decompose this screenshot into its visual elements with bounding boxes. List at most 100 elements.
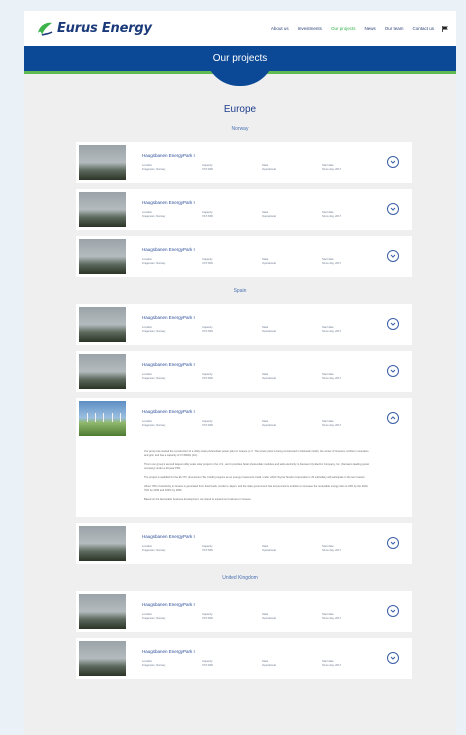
state-value: Operational bbox=[262, 262, 276, 265]
chevron-up-icon bbox=[390, 416, 396, 420]
chevron-down-icon bbox=[390, 541, 396, 545]
project-card-expanded[interactable]: Haugsbanen EnergyPark I Location Kragerøe… bbox=[76, 398, 412, 517]
chevron-down-icon bbox=[390, 369, 396, 373]
start-date-value: Since day, 2017 bbox=[322, 330, 342, 333]
project-name[interactable]: Haugsbanen EnergyPark I bbox=[142, 315, 412, 320]
project-thumbnail bbox=[79, 641, 126, 676]
project-thumbnail bbox=[79, 307, 126, 342]
chevron-down-icon bbox=[390, 322, 396, 326]
capacity-value: XXX MW bbox=[202, 262, 213, 265]
expand-toggle[interactable] bbox=[387, 652, 399, 664]
project-thumbnail bbox=[79, 401, 126, 436]
state-value: Operational bbox=[262, 549, 276, 552]
expand-toggle[interactable] bbox=[387, 250, 399, 262]
leaf-logo-icon bbox=[38, 22, 53, 36]
nav-about-us[interactable]: About us bbox=[271, 26, 289, 31]
capacity-value: XXX MW bbox=[202, 424, 213, 427]
description-paragraph: This is our group's second largest utili… bbox=[144, 463, 370, 470]
project-name[interactable]: Haugsbanen EnergyPark I bbox=[142, 602, 412, 607]
chevron-down-icon bbox=[390, 207, 396, 211]
state-value: Operational bbox=[262, 330, 276, 333]
main-nav: About us Investments Our projects News O… bbox=[262, 25, 448, 32]
start-date-value: Since day, 2017 bbox=[322, 549, 342, 552]
description-paragraph: About 70% of electricity in Greece is ge… bbox=[144, 485, 369, 492]
location-value: Kragerøen, Norway bbox=[142, 424, 166, 427]
start-date-value: Since day, 2017 bbox=[322, 664, 342, 667]
project-description: Our group has started the construction o… bbox=[144, 450, 372, 507]
country-section-united-kingdom: United Kingdom Haugsbanen EnergyPark I L… bbox=[24, 575, 456, 679]
chevron-down-icon bbox=[390, 609, 396, 613]
brand-name: Eurus Energy bbox=[57, 21, 152, 36]
region-title: Europe bbox=[223, 104, 257, 115]
start-date-value: Since day, 2017 bbox=[322, 424, 342, 427]
project-name[interactable]: Haugsbanen EnergyPark I bbox=[142, 409, 412, 414]
country-heading: Norway bbox=[231, 126, 249, 132]
page-banner: Our projects bbox=[24, 46, 456, 86]
project-card[interactable]: Haugsbanen EnergyPark I Location Kragerøe… bbox=[76, 236, 412, 277]
capacity-value: XXX MW bbox=[202, 549, 213, 552]
capacity-value: XXX MW bbox=[202, 377, 213, 380]
project-name[interactable]: Haugsbanen EnergyPark I bbox=[142, 362, 412, 367]
state-value: Operational bbox=[262, 664, 276, 667]
start-date-value: Since day, 2017 bbox=[322, 262, 342, 265]
project-card[interactable]: Haugsbanen EnergyPark I Location Kragerøe… bbox=[76, 638, 412, 679]
project-card[interactable]: Haugsbanen EnergyPark I Location Kragerøe… bbox=[76, 351, 412, 392]
project-card[interactable]: Haugsbanen EnergyPark I Location Kragerøe… bbox=[76, 523, 412, 564]
state-value: Operational bbox=[262, 377, 276, 380]
location-value: Kragerøen, Norway bbox=[142, 168, 166, 171]
project-name[interactable]: Haugsbanen EnergyPark I bbox=[142, 153, 412, 158]
project-card[interactable]: Haugsbanen EnergyPark I Location Kragerøe… bbox=[76, 591, 412, 632]
project-card[interactable]: Haugsbanen EnergyPark I Location Kragerøe… bbox=[76, 189, 412, 230]
project-thumbnail bbox=[79, 594, 126, 629]
expand-toggle[interactable] bbox=[387, 365, 399, 377]
description-paragraph: Based on the favourable business develop… bbox=[144, 498, 252, 501]
language-flag-icon[interactable] bbox=[442, 25, 448, 32]
state-value: Operational bbox=[262, 617, 276, 620]
brand-logo[interactable]: Eurus Energy bbox=[36, 21, 152, 37]
top-navigation-bar: Eurus Energy About us Investments Our pr… bbox=[24, 11, 456, 46]
nav-investments[interactable]: Investments bbox=[298, 26, 322, 31]
country-heading: United Kingdom bbox=[222, 575, 258, 581]
capacity-value: XXX MW bbox=[202, 664, 213, 667]
start-date-value: Since day, 2017 bbox=[322, 617, 342, 620]
project-thumbnail bbox=[79, 239, 126, 274]
project-card[interactable]: Haugsbanen EnergyPark I Location Kragerøe… bbox=[76, 304, 412, 345]
location-value: Kragerøen, Norway bbox=[142, 617, 166, 620]
expand-toggle[interactable] bbox=[387, 537, 399, 549]
page: Eurus Energy About us Investments Our pr… bbox=[24, 11, 456, 735]
collapse-toggle[interactable] bbox=[387, 412, 399, 424]
expand-toggle[interactable] bbox=[387, 318, 399, 330]
expand-toggle[interactable] bbox=[387, 605, 399, 617]
nav-news[interactable]: News bbox=[364, 26, 375, 31]
nav-contact-us[interactable]: Contact us bbox=[412, 26, 434, 31]
country-section-spain: Spain Haugsbanen EnergyPark I Location Kr… bbox=[24, 288, 456, 564]
location-value: Kragerøen, Norway bbox=[142, 330, 166, 333]
location-value: Kragerøen, Norway bbox=[142, 549, 166, 552]
expand-toggle[interactable] bbox=[387, 203, 399, 215]
state-value: Operational bbox=[262, 215, 276, 218]
start-date-value: Since day, 2017 bbox=[322, 215, 342, 218]
project-card[interactable]: Haugsbanen EnergyPark I Location Kragerøe… bbox=[76, 142, 412, 183]
location-value: Kragerøen, Norway bbox=[142, 377, 166, 380]
project-name[interactable]: Haugsbanen EnergyPark I bbox=[142, 247, 412, 252]
chevron-down-icon bbox=[390, 254, 396, 258]
capacity-value: XXX MW bbox=[202, 330, 213, 333]
project-name[interactable]: Haugsbanen EnergyPark I bbox=[142, 200, 412, 205]
location-value: Kragerøen, Norway bbox=[142, 215, 166, 218]
project-thumbnail bbox=[79, 192, 126, 227]
country-section-norway: Norway Haugsbanen EnergyPark I Location K… bbox=[24, 126, 456, 277]
expand-toggle[interactable] bbox=[387, 156, 399, 168]
project-name[interactable]: Haugsbanen EnergyPark I bbox=[142, 649, 412, 654]
state-value: Operational bbox=[262, 168, 276, 171]
capacity-value: XXX MW bbox=[202, 617, 213, 620]
country-heading: Spain bbox=[233, 288, 247, 294]
state-value: Operational bbox=[262, 424, 276, 427]
description-paragraph: The project is qualified for the EU ITC … bbox=[144, 476, 366, 479]
nav-our-team[interactable]: Our team bbox=[385, 26, 404, 31]
description-paragraph: Our group has started the construction o… bbox=[144, 450, 369, 457]
location-value: Kragerøen, Norway bbox=[142, 262, 166, 265]
project-thumbnail bbox=[79, 145, 126, 180]
project-name[interactable]: Haugsbanen EnergyPark I bbox=[142, 534, 412, 539]
start-date-value: Since day, 2017 bbox=[322, 168, 342, 171]
nav-our-projects[interactable]: Our projects bbox=[331, 26, 356, 31]
